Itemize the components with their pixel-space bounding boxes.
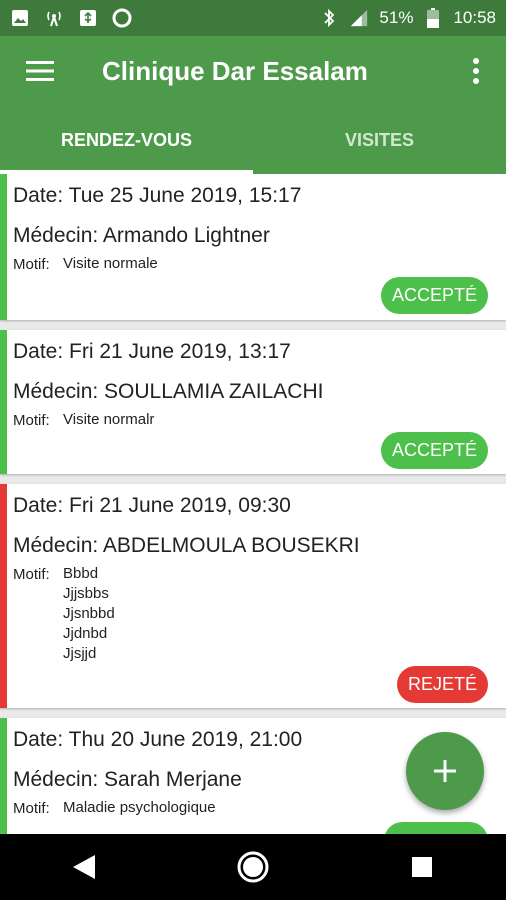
appointment-doctor: Médecin: Armando Lightner	[13, 224, 270, 247]
antenna-icon	[44, 8, 64, 28]
system-nav-bar	[0, 834, 506, 900]
status-bar-system: 51% 10:58	[319, 8, 496, 28]
status-badge: ACCEPTÉ	[380, 432, 488, 469]
appointment-motif: Motif: Visite normalr	[13, 411, 155, 430]
appointment-date: Date: Fri 21 June 2019, 13:17	[13, 340, 291, 363]
motif-value: Visite normalr	[63, 411, 155, 428]
status-bar: 51% 10:58	[0, 0, 506, 36]
status-badge	[384, 822, 488, 834]
status-bar-notifications	[10, 8, 132, 28]
appointment-motif: Motif: Maladie psychologique	[13, 799, 216, 818]
clock: 10:58	[453, 8, 496, 27]
app-bar: Clinique Dar Essalam	[0, 36, 506, 106]
motif-label: Motif:	[13, 412, 50, 429]
home-circle-icon[interactable]	[223, 837, 283, 897]
image-icon	[10, 8, 30, 28]
status-badge: ACCEPTÉ	[380, 277, 488, 314]
signal-icon	[349, 8, 369, 28]
motif-value: Maladie psychologique	[63, 799, 216, 816]
recents-square-icon[interactable]	[392, 837, 452, 897]
add-appointment-button[interactable]	[406, 732, 484, 810]
motif-value: Bbbd Jjjsbbs Jjsnbbd Jjdnbd Jjsjjd	[63, 565, 115, 662]
motif-label: Motif:	[13, 800, 50, 817]
appointment-date: Date: Fri 21 June 2019, 09:30	[13, 494, 291, 517]
status-badge: REJETÉ	[396, 666, 488, 703]
motif-label: Motif:	[13, 256, 50, 273]
appointment-card[interactable]: Date: Tue 25 June 2019, 15:17 Médecin: A…	[0, 174, 506, 320]
tab-rendez-vous[interactable]: RENDEZ-VOUS	[0, 106, 253, 174]
appointment-motif: Motif: Bbbd Jjjsbbs Jjsnbbd Jjdnbd Jjsjj…	[13, 565, 115, 664]
more-vert-icon[interactable]	[446, 36, 506, 106]
appointment-date: Date: Tue 25 June 2019, 15:17	[13, 184, 302, 207]
appointment-date: Date: Thu 20 June 2019, 21:00	[13, 728, 303, 751]
menu-icon[interactable]	[0, 36, 80, 106]
usb-icon	[78, 8, 98, 28]
back-triangle-icon[interactable]	[54, 837, 114, 897]
appointment-doctor: Médecin: Sarah Merjane	[13, 768, 242, 791]
tab-visites[interactable]: VISITES	[253, 106, 506, 174]
battery-icon	[423, 8, 443, 28]
appointment-motif: Motif: Visite normale	[13, 255, 158, 274]
motif-label: Motif:	[13, 566, 50, 583]
appointment-card[interactable]: Date: Fri 21 June 2019, 13:17 Médecin: S…	[0, 330, 506, 474]
battery-percent: 51%	[379, 8, 414, 27]
appointment-doctor: Médecin: ABDELMOULA BOUSEKRI	[13, 534, 360, 557]
app-title: Clinique Dar Essalam	[102, 55, 368, 86]
motif-value: Visite normale	[63, 255, 158, 272]
bluetooth-vibrate-icon	[319, 8, 339, 28]
tab-bar: RENDEZ-VOUS VISITES	[0, 106, 506, 174]
appointment-card[interactable]: Date: Fri 21 June 2019, 09:30 Médecin: A…	[0, 484, 506, 708]
add-icon	[434, 760, 456, 782]
appointment-doctor: Médecin: SOULLAMIA ZAILACHI	[13, 380, 324, 403]
record-icon	[112, 8, 132, 28]
